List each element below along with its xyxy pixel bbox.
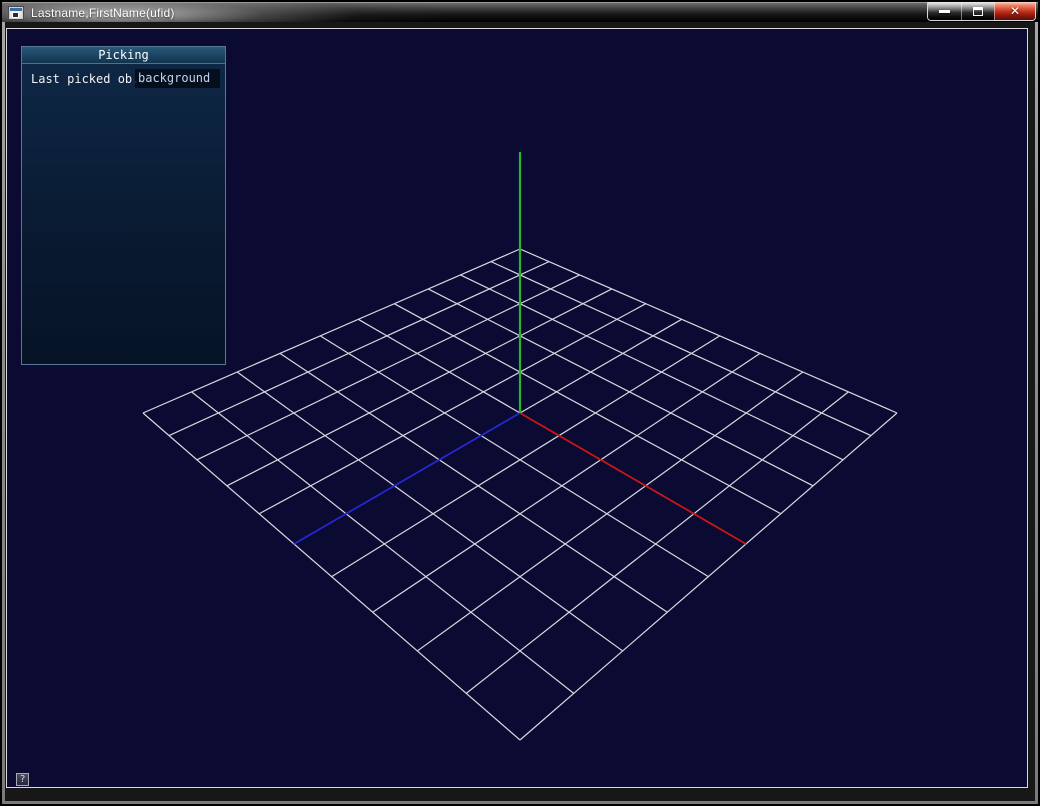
grid-line <box>320 336 708 577</box>
window-title: Lastname,FirstName(ufid) <box>31 6 175 20</box>
maximize-button[interactable] <box>961 2 994 20</box>
x-axis-line <box>520 413 746 544</box>
grid-line <box>460 275 843 460</box>
grid-line <box>466 392 848 694</box>
row-value: background <box>135 69 220 88</box>
picking-panel: Picking Last picked ob.. background <box>21 46 226 365</box>
app-icon[interactable] <box>9 7 23 19</box>
z-axis-line <box>294 413 520 544</box>
maximize-icon <box>973 7 983 16</box>
grid-line <box>169 262 549 436</box>
panel-titlebar[interactable]: Picking <box>22 47 225 64</box>
panel-row: Last picked ob.. background <box>27 69 220 88</box>
client-area: Picking Last picked ob.. background ? <box>6 28 1028 788</box>
grid-line <box>491 262 871 436</box>
grid-line <box>143 413 520 740</box>
grid-line <box>332 336 720 577</box>
row-label: Last picked ob.. <box>27 72 135 86</box>
close-icon: ✕ <box>1010 5 1020 17</box>
window-controls: ✕ <box>927 2 1036 21</box>
grid-line <box>227 289 612 486</box>
grid-line <box>520 413 897 740</box>
help-button[interactable]: ? <box>16 773 29 786</box>
gl-viewport[interactable]: Picking Last picked ob.. background ? <box>7 29 1027 787</box>
minimize-button[interactable] <box>928 2 961 20</box>
window-titlebar[interactable]: Lastname,FirstName(ufid) <box>2 2 1038 22</box>
grid-line <box>428 289 813 486</box>
grid-line <box>192 392 574 694</box>
panel-title: Picking <box>98 48 149 62</box>
grid-line <box>237 372 622 651</box>
minimize-icon <box>939 10 950 13</box>
close-button[interactable]: ✕ <box>994 2 1035 20</box>
grid-line <box>197 275 580 460</box>
grid-line <box>417 372 802 651</box>
